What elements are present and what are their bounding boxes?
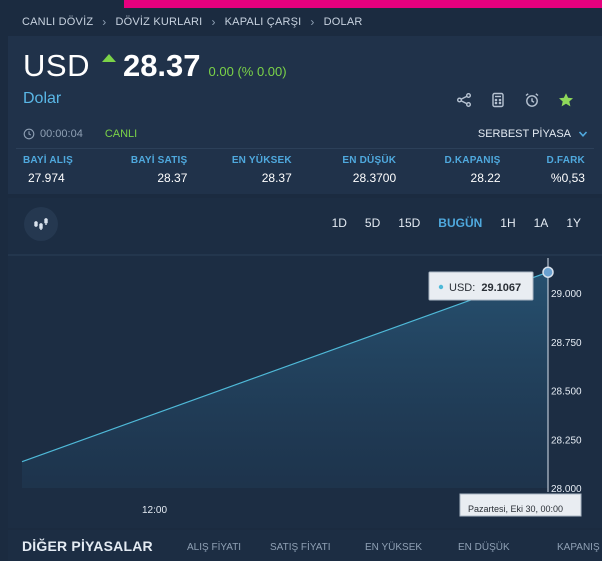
market-select-value: SERBEST PİYASA xyxy=(477,128,571,140)
price-chart[interactable]: 29.000 28.750 28.500 28.250 28.000 12:00 USD… xyxy=(8,198,602,528)
stat-d-fark: D.FARK %0,53 xyxy=(505,155,585,185)
stat-value: 28.3700 xyxy=(352,171,397,185)
stat-label: D.KAPANIŞ xyxy=(444,155,501,166)
chevron-right-icon: › xyxy=(310,15,315,29)
tooltip: USD: 29.1067 xyxy=(428,271,534,301)
y-tick-label: 28.250 xyxy=(551,435,582,446)
x-tick-label: 12:00 xyxy=(142,505,167,516)
status-row: 00:00:04 CANLI SERBEST PİYASA xyxy=(23,128,588,140)
share-icon xyxy=(457,93,471,107)
divider xyxy=(16,148,594,149)
y-tick-label: 28.750 xyxy=(551,338,582,349)
stat-label: EN DÜŞÜK xyxy=(342,155,397,166)
market-select[interactable]: SERBEST PİYASA xyxy=(478,128,588,140)
stat-value: 28.37 xyxy=(261,171,292,185)
crosshair-label-text: Pazartesi, Eki 30, 00:00 xyxy=(468,504,563,514)
y-tick-label: 28.000 xyxy=(551,484,582,495)
chevron-right-icon: › xyxy=(102,15,107,29)
share-button[interactable] xyxy=(450,87,478,113)
stat-label: EN YÜKSEK xyxy=(231,155,292,166)
stat-en-yuksek: EN YÜKSEK 28.37 xyxy=(192,155,292,185)
other-markets-title: DİĞER PİYASALAR xyxy=(22,537,153,554)
tooltip-text: USD: 29.1067 xyxy=(449,282,521,294)
calculator-button[interactable] xyxy=(484,87,512,113)
column-alis-fiyati[interactable]: ALIŞ FİYATI xyxy=(187,542,241,553)
stat-label: D.FARK xyxy=(546,155,585,166)
calculator-icon xyxy=(492,92,504,108)
favorite-button[interactable] xyxy=(552,87,580,113)
chart-panel: 1D 5D 15D BUGÜN 1H 1A 1Y 29.000 28.750 28.… xyxy=(8,198,602,528)
star-icon xyxy=(559,93,573,107)
stats-row: BAYİ ALIŞ 27.974 BAYİ SATIŞ 28.37 EN YÜK… xyxy=(23,155,585,185)
column-en-yuksek[interactable]: EN YÜKSEK xyxy=(365,542,422,553)
breadcrumb-item-dolar[interactable]: DOLAR xyxy=(324,16,363,28)
other-markets-header: DİĞER PİYASALAR ALIŞ FİYATI SATIŞ FİYATI… xyxy=(8,530,602,561)
alarm-clock-icon xyxy=(525,93,539,107)
series-area xyxy=(22,272,548,488)
stat-en-dusuk: EN DÜŞÜK 28.3700 xyxy=(296,155,396,185)
tooltip-value: 29.1067 xyxy=(481,282,521,294)
hover-point xyxy=(542,266,554,278)
stat-value: 28.22 xyxy=(470,171,501,185)
y-axis: 29.000 28.750 28.500 28.250 28.000 xyxy=(551,289,582,495)
breadcrumb-item-doviz-kurlari[interactable]: DÖVİZ KURLARI xyxy=(115,16,202,28)
update-time: 00:00:04 xyxy=(40,128,83,140)
stat-bayi-alis: BAYİ ALIŞ 27.974 xyxy=(23,155,83,185)
quote-actions xyxy=(450,87,580,113)
breadcrumb-item-kapali-carsi[interactable]: KAPALI ÇARŞI xyxy=(225,16,302,28)
stat-label: BAYİ SATIŞ xyxy=(130,155,188,166)
column-satis-fiyati[interactable]: SATIŞ FİYATI xyxy=(270,542,331,553)
alarm-button[interactable] xyxy=(518,87,546,113)
quote-header: USD 28.37 0.00 (% 0.00) Dolar 00:00:04 C… xyxy=(8,36,602,194)
price-change: 0.00 (% 0.00) xyxy=(208,64,287,79)
currency-symbol: USD xyxy=(23,48,90,83)
chevron-right-icon: › xyxy=(211,15,216,29)
crosshair-label: Pazartesi, Eki 30, 00:00 xyxy=(459,493,582,517)
stat-value: 28.37 xyxy=(157,171,188,185)
tooltip-label: USD: xyxy=(449,282,475,294)
stat-value: %0,53 xyxy=(550,171,585,185)
currency-name: Dolar xyxy=(23,90,62,107)
column-en-dusuk[interactable]: EN DÜŞÜK xyxy=(458,542,510,553)
stat-d-kapanis: D.KAPANIŞ 28.22 xyxy=(401,155,501,185)
x-axis: 12:00 xyxy=(142,505,167,516)
column-kapanis[interactable]: KAPANIŞ xyxy=(557,542,600,553)
brand-accent-bar xyxy=(124,0,602,8)
y-tick-label: 29.000 xyxy=(551,289,582,300)
clock-icon xyxy=(23,128,35,140)
breadcrumb: CANLI DÖVİZ › DÖVİZ KURLARI › KAPALI ÇAR… xyxy=(0,8,602,36)
breadcrumb-item-canli-doviz[interactable]: CANLI DÖVİZ xyxy=(22,16,93,28)
live-indicator: CANLI xyxy=(104,128,138,140)
quote-title-row: USD 28.37 0.00 (% 0.00) xyxy=(23,48,287,84)
stat-label: BAYİ ALIŞ xyxy=(23,155,73,166)
current-price: 28.37 xyxy=(122,48,201,83)
chevron-down-icon xyxy=(578,131,588,137)
stat-bayi-satis: BAYİ SATIŞ 28.37 xyxy=(87,155,187,185)
y-tick-label: 28.500 xyxy=(551,387,582,398)
trend-up-icon xyxy=(101,54,116,62)
stat-value: 27.974 xyxy=(28,171,65,185)
